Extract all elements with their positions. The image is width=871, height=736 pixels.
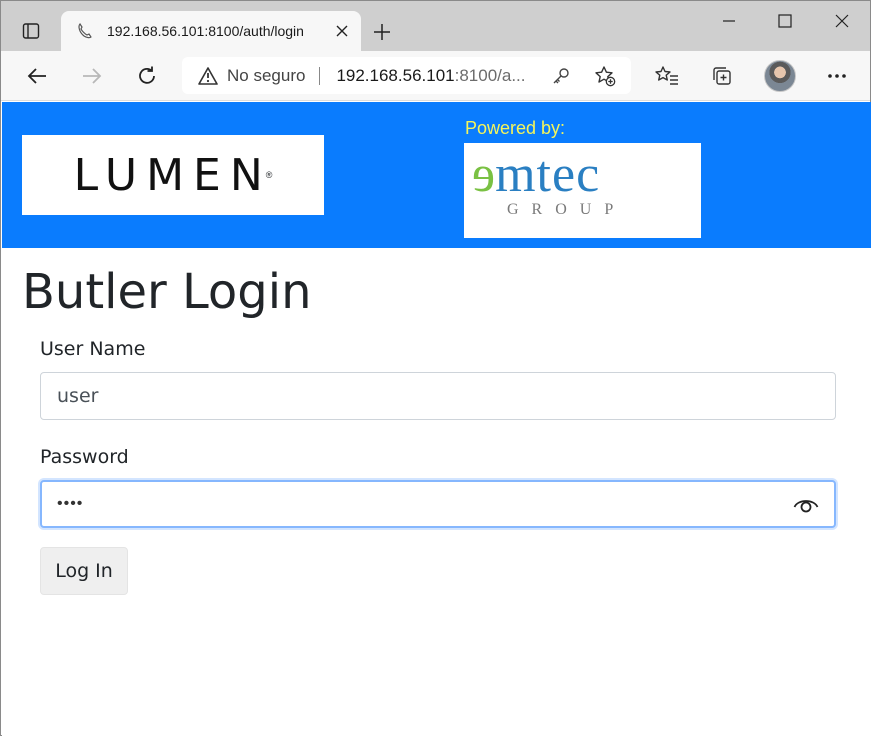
close-window-button[interactable] <box>814 1 870 41</box>
header-banner: LUMEN ® Powered by: emtec GROUP <box>2 102 871 248</box>
maximize-icon <box>778 14 792 28</box>
show-password-button[interactable] <box>792 493 820 517</box>
forward-arrow-icon <box>83 68 102 84</box>
refresh-button[interactable] <box>131 60 163 92</box>
emtec-logo: emtec GROUP <box>464 143 701 238</box>
security-label[interactable]: No seguro <box>227 66 305 86</box>
close-icon <box>835 14 849 28</box>
back-arrow-icon <box>27 68 46 84</box>
username-field[interactable]: user <box>40 372 836 420</box>
browser-window: 192.168.56.101:8100/auth/login No seguro… <box>0 0 871 736</box>
password-label: Password <box>40 446 129 468</box>
tab-actions-icon <box>22 23 40 39</box>
lumen-logo-text: LUMEN <box>73 149 272 201</box>
key-icon[interactable] <box>550 65 572 87</box>
forward-button[interactable] <box>76 60 108 92</box>
emtec-logo-subtitle: GROUP <box>507 201 627 218</box>
tab-strip: 192.168.56.101:8100/auth/login <box>1 1 870 51</box>
plus-icon <box>374 24 390 40</box>
username-label: User Name <box>40 338 146 360</box>
collections-button[interactable] <box>706 60 738 92</box>
username-value: user <box>57 385 99 407</box>
minimize-icon <box>723 20 735 22</box>
address-separator <box>319 66 321 85</box>
star-add-icon[interactable] <box>594 65 616 87</box>
emtec-logo-word: emtec <box>471 146 601 203</box>
more-button[interactable] <box>821 60 853 92</box>
favorites-list-icon <box>655 66 678 85</box>
close-tab-button[interactable] <box>333 22 351 40</box>
url-path: :8100/a... <box>454 65 526 85</box>
collections-icon <box>713 67 731 85</box>
registered-mark: ® <box>265 170 273 180</box>
avatar[interactable] <box>764 60 796 92</box>
refresh-icon <box>139 66 155 84</box>
page-content: LUMEN ® Powered by: emtec GROUP Butler Lo… <box>2 102 871 736</box>
page-title: Butler Login <box>22 264 312 320</box>
login-button[interactable]: Log In <box>40 547 128 595</box>
back-button[interactable] <box>21 60 53 92</box>
url-text[interactable]: 192.168.56.101:8100/a... <box>336 66 525 86</box>
new-tab-button[interactable] <box>369 19 395 45</box>
favorites-button[interactable] <box>651 60 683 92</box>
phone-handset-icon <box>75 21 95 41</box>
lumen-logo: LUMEN ® <box>22 135 324 215</box>
powered-by-label: Powered by: <box>465 118 566 138</box>
warning-icon[interactable] <box>198 66 218 86</box>
browser-tab[interactable]: 192.168.56.101:8100/auth/login <box>61 11 361 51</box>
url-host: 192.168.56.101 <box>336 65 455 85</box>
address-bar[interactable]: No seguro 192.168.56.101:8100/a... <box>182 57 631 94</box>
password-field[interactable]: •••• <box>40 480 836 528</box>
browser-toolbar: No seguro 192.168.56.101:8100/a... <box>1 51 870 101</box>
more-icon <box>828 74 846 78</box>
tab-title: 192.168.56.101:8100/auth/login <box>107 23 304 39</box>
close-icon <box>336 25 348 37</box>
maximize-button[interactable] <box>757 1 813 41</box>
password-value: •••• <box>57 495 84 512</box>
minimize-button[interactable] <box>701 1 757 41</box>
tab-actions-button[interactable] <box>9 11 53 51</box>
eye-icon <box>793 500 819 513</box>
